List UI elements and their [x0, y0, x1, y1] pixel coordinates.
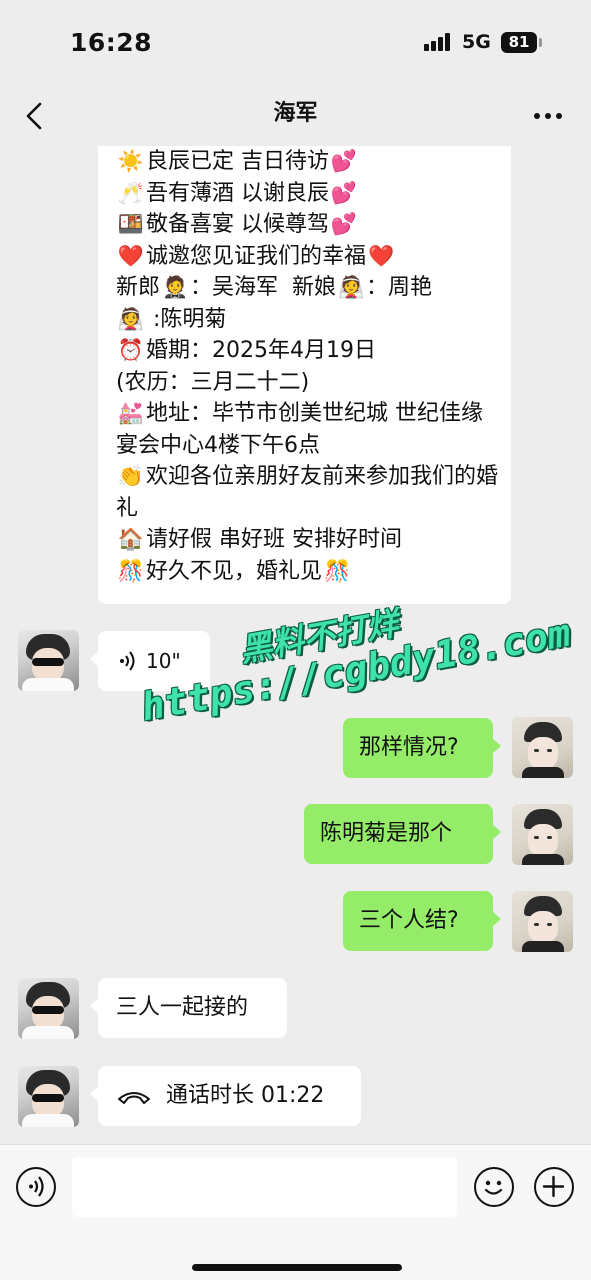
home-indicator: [192, 1264, 402, 1271]
more-button[interactable]: [530, 110, 566, 122]
voice-length: 10": [146, 649, 181, 673]
see-you-line: 🎊好久不见，婚礼见🎊: [116, 556, 499, 588]
heart-icon: ❤️: [367, 243, 395, 268]
hearts-icon: 💕: [330, 212, 358, 236]
sent-message[interactable]: 三个人结?: [343, 891, 501, 951]
voice-toggle-icon: [29, 1176, 44, 1197]
extra-name-line: 👰 :陈明菊: [116, 304, 499, 336]
bento-icon: 🍱: [117, 212, 145, 236]
clapping-icon: 👏: [117, 464, 145, 488]
call-record-message[interactable]: 通话时长 01:22: [90, 1066, 361, 1126]
plus-icon: [542, 1175, 565, 1198]
avatar[interactable]: [18, 630, 79, 691]
hearts-icon: 💕: [330, 149, 358, 173]
emoji-button[interactable]: [474, 1167, 514, 1207]
chat-title: 海军: [273, 101, 318, 126]
house-icon: 🏠: [117, 527, 145, 551]
cheers-icon: 🥂: [117, 180, 145, 205]
received-message[interactable]: 三人一起接的: [90, 978, 287, 1038]
signal-icon: [424, 33, 454, 51]
heart-icon: ❤️: [117, 243, 145, 268]
sun-icon: ☀️: [117, 149, 145, 173]
sent-message[interactable]: 陈明菊是那个: [304, 804, 501, 864]
avatar[interactable]: [512, 717, 573, 778]
input-bar: [0, 1144, 591, 1280]
date-line: ⏰婚期：2025年4月19日: [116, 335, 499, 367]
confetti-icon: 🎊: [117, 558, 145, 583]
more-dots-icon: [534, 113, 540, 119]
sent-message[interactable]: 那样情况?: [343, 718, 501, 778]
confetti-icon: 🎊: [323, 558, 351, 583]
emoji-icon: [484, 1180, 503, 1195]
voice-toggle-button[interactable]: [16, 1167, 56, 1207]
leave-line: 🏠请好假 串好班 安排好时间: [116, 524, 499, 556]
call-duration: 通话时长 01:22: [166, 1083, 325, 1108]
groom-bride-line: 新郎🤵：吴海军 新娘👰：周艳: [116, 272, 499, 304]
battery-icon: 81: [501, 32, 537, 53]
avatar[interactable]: [512, 804, 573, 865]
avatar[interactable]: [18, 1066, 79, 1127]
message-input[interactable]: [72, 1157, 457, 1217]
avatar[interactable]: [512, 891, 573, 952]
venue-line: 💒地址：毕节市创美世纪城 世纪佳缘宴会中心4楼下午6点: [116, 398, 499, 461]
hearts-icon: 💕: [330, 180, 358, 205]
network-type: 5G: [462, 31, 491, 53]
status-time: 16:28: [70, 28, 153, 57]
bride-icon: 👰: [337, 275, 365, 299]
invite-line-2: 🥂吾有薄酒 以谢良辰💕: [116, 178, 499, 210]
bride-icon: 👰: [117, 306, 145, 331]
groom-icon: 🤵: [161, 275, 189, 299]
avatar[interactable]: [18, 978, 79, 1039]
alarm-clock-icon: ⏰: [117, 338, 145, 362]
invitation-message[interactable]: ☀️良辰已定 吉日待访💕 🥂吾有薄酒 以谢良辰💕 🍱敬备喜宴 以候尊驾💕 ❤️诚…: [98, 146, 511, 604]
welcome-line: 👏欢迎各位亲朋好友前来参加我们的婚礼: [116, 461, 499, 524]
wedding-chapel-icon: 💒: [117, 401, 145, 425]
back-chevron-icon: [26, 102, 42, 130]
status-bar: 16:28 5G 81: [0, 0, 591, 86]
invite-line-4: ❤️诚邀您见证我们的幸福❤️: [116, 241, 499, 273]
voice-wave-icon: [120, 651, 135, 671]
invite-line-1: ☀️良辰已定 吉日待访💕: [116, 146, 499, 178]
nav-bar: 海军: [0, 86, 591, 146]
chat-area[interactable]: ☀️良辰已定 吉日待访💕 🥂吾有薄酒 以谢良辰💕 🍱敬备喜宴 以候尊驾💕 ❤️诚…: [0, 146, 591, 1144]
plus-button[interactable]: [534, 1167, 574, 1207]
lunar-line: (农历：三月二十二): [116, 369, 310, 395]
invite-line-3: 🍱敬备喜宴 以候尊驾💕: [116, 209, 499, 241]
back-button[interactable]: [18, 98, 54, 134]
battery-nub: [539, 38, 542, 47]
phone-hangup-icon: [118, 1092, 150, 1104]
